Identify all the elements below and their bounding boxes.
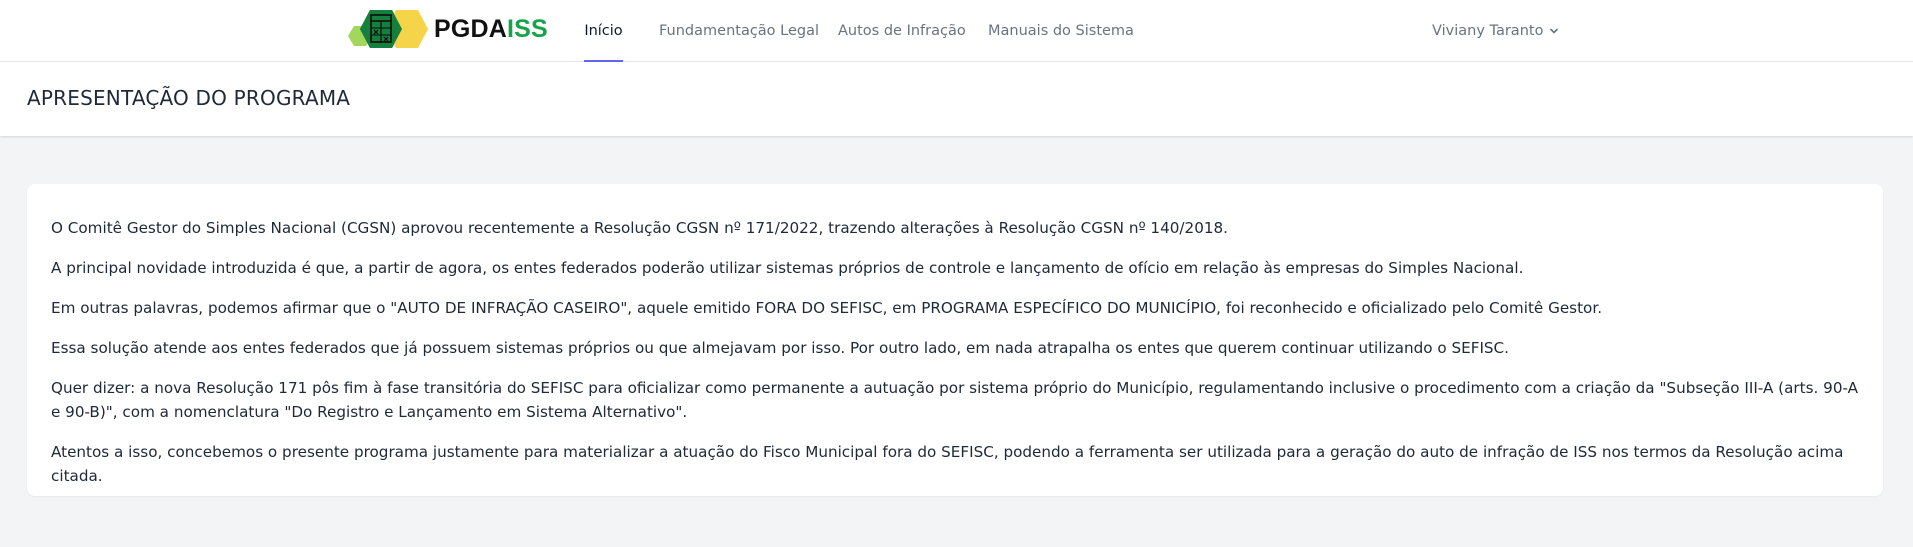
user-menu[interactable]: Viviany Taranto — [1432, 0, 1559, 62]
page-title: APRESENTAÇÃO DO PROGRAMA — [27, 86, 351, 110]
content-paragraph: O Comitê Gestor do Simples Nacional (CGS… — [51, 219, 1229, 237]
brand-name-part1: PGDA — [434, 14, 508, 43]
nav-item-fundamentacao-legal[interactable]: Fundamentação Legal — [659, 0, 819, 62]
presentation-card: O Comitê Gestor do Simples Nacional (CGS… — [27, 184, 1883, 496]
content-paragraph: Em outras palavras, podemos afirmar que … — [51, 299, 1603, 317]
content-paragraph: A principal novidade introduzida é que, … — [51, 259, 1524, 277]
brand-logo[interactable]: PGDAISS — [346, 4, 548, 54]
content-paragraph: Essa solução atende aos entes federados … — [51, 339, 1509, 357]
content-paragraph: Atentos a isso, concebemos o presente pr… — [51, 443, 1844, 485]
brand-name-part2: ISS — [507, 14, 548, 43]
brand-name: PGDAISS — [434, 15, 548, 44]
spreadsheet-hexagon-logo-icon — [348, 10, 428, 48]
chevron-down-icon — [1550, 28, 1559, 34]
user-name: Viviany Taranto — [1432, 23, 1544, 39]
top-navbar: PGDAISS Início Fundamentação Legal Autos… — [0, 0, 1913, 62]
page-header: APRESENTAÇÃO DO PROGRAMA — [0, 62, 1913, 136]
content-paragraph: Quer dizer: a nova Resolução 171 pôs fim… — [51, 379, 1859, 421]
nav-item-manuais-do-sistema[interactable]: Manuais do Sistema — [988, 0, 1134, 62]
nav-item-autos-de-infracao[interactable]: Autos de Infração — [838, 0, 966, 62]
nav-item-inicio[interactable]: Início — [584, 0, 623, 62]
